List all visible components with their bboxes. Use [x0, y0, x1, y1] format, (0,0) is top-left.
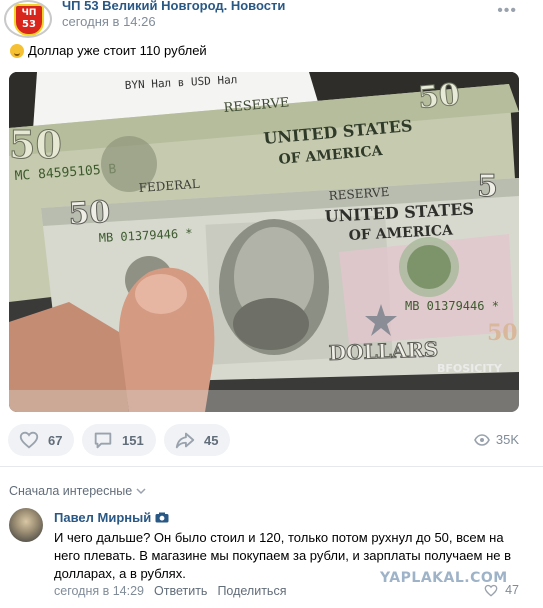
share-comment-link[interactable]: Поделиться	[217, 584, 286, 598]
comment-author-avatar[interactable]	[9, 508, 43, 542]
group-logo: ЧП 53	[14, 4, 44, 36]
group-name-link[interactable]: ЧП 53 Великий Новгород. Новости	[62, 0, 285, 13]
chevron-down-icon	[136, 488, 146, 495]
camera-icon	[155, 512, 169, 523]
shares-count: 45	[204, 432, 219, 448]
hot-face-emoji-icon	[10, 43, 24, 58]
sort-label: Сначала интересные	[9, 484, 133, 498]
svg-text:DOLLARS: DOLLARS	[328, 337, 438, 365]
comments-sort-dropdown[interactable]: Сначала интересные	[9, 484, 146, 498]
group-avatar[interactable]: ЧП 53	[4, 0, 52, 38]
like-button[interactable]: 67	[8, 424, 75, 456]
views-count: 35K	[495, 432, 519, 447]
comment-button[interactable]: 151	[82, 424, 156, 456]
divider	[0, 466, 543, 467]
post-photo[interactable]: BYN Нал в USD Нал RESERVE UNITED STATES …	[9, 72, 519, 412]
share-button[interactable]: 45	[164, 424, 231, 456]
svg-text:5: 5	[477, 169, 498, 204]
comment-author-name[interactable]: Павел Мирный	[54, 510, 169, 525]
heart-icon	[19, 431, 39, 449]
front-bill-serial-right: MB 01379446 *	[405, 299, 499, 313]
logo-text-bottom: 53	[22, 19, 36, 30]
svg-text:50: 50	[9, 122, 62, 167]
comment-author-label: Павел Мирный	[54, 510, 152, 525]
reply-link[interactable]: Ответить	[154, 584, 207, 598]
svg-text:50: 50	[487, 320, 518, 346]
share-icon	[175, 432, 195, 449]
post-timestamp[interactable]: сегодня в 14:26	[62, 14, 156, 29]
views-counter: 35K	[473, 432, 519, 447]
post-text: Доллар уже стоит 110 рублей	[10, 43, 207, 58]
eye-icon	[473, 433, 490, 446]
svg-text:50: 50	[417, 77, 462, 116]
more-options-icon[interactable]: •••	[497, 2, 517, 20]
comment-like-button[interactable]: 47	[483, 583, 519, 597]
post-actions: 67 151 45 35K	[0, 424, 543, 458]
comment-likes-count: 47	[505, 583, 519, 597]
comment-timestamp[interactable]: сегодня в 14:29	[54, 584, 144, 598]
comment-meta: сегодня в 14:29 Ответить Поделиться	[54, 584, 286, 598]
heart-icon	[484, 584, 498, 597]
post-text-content: Доллар уже стоит 110 рублей	[28, 43, 207, 58]
comment-icon	[94, 432, 112, 449]
photo-watermark: BFOSICITY	[437, 362, 503, 375]
comments-count: 151	[122, 432, 144, 448]
likes-count: 67	[48, 432, 63, 448]
logo-text-top: ЧП	[21, 8, 37, 18]
front-bill-denomination: 50	[68, 195, 112, 232]
post-header: ЧП 53 ЧП 53 Великий Новгород. Новости се…	[0, 0, 543, 40]
